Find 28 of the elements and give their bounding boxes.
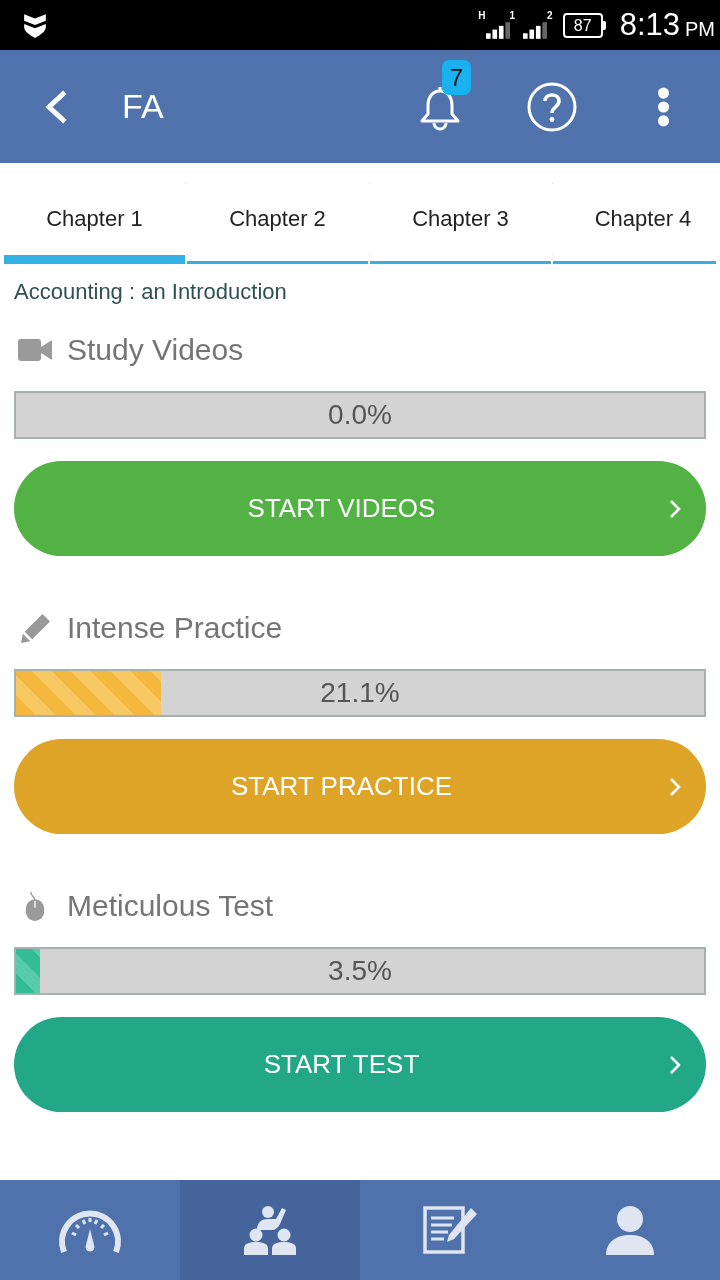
screen-title: FA: [122, 87, 164, 126]
chapter-tab[interactable]: Chapter 3: [370, 183, 551, 264]
network-type-label: H: [478, 10, 486, 21]
sim-number-label: 2: [547, 10, 553, 21]
signal-icon: [523, 22, 548, 39]
pencil-icon: [18, 613, 52, 643]
section-title: Study Videos: [67, 333, 244, 367]
section-title: Intense Practice: [67, 611, 283, 645]
clock-time: 8:13: [619, 7, 680, 43]
battery-indicator: 87: [562, 12, 606, 38]
progress-reading: 21.1%: [320, 677, 400, 709]
clock-meridiem: PM: [685, 17, 715, 41]
progress-reading: 0.0%: [328, 399, 392, 431]
help-icon[interactable]: [527, 81, 577, 132]
progress-reading: 3.5%: [328, 955, 392, 987]
notification-badge: 7: [442, 59, 471, 95]
nav-tab[interactable]: [180, 1180, 360, 1280]
shield-icon: [22, 12, 48, 38]
chapter-subtitle: Accounting : an Introduction: [14, 278, 288, 306]
chevron-right-icon: [669, 1054, 681, 1075]
section-title: Meticulous Test: [67, 889, 274, 923]
chapter-tab[interactable]: Chapter 4: [553, 183, 716, 264]
chevron-right-icon: [669, 498, 681, 519]
bell-icon[interactable]: [419, 85, 461, 132]
chapter-tab[interactable]: Chapter 2: [187, 183, 368, 264]
sim-number-label: 1: [509, 10, 516, 21]
signal-icon: [485, 22, 510, 39]
chevron-right-icon: [669, 776, 681, 797]
